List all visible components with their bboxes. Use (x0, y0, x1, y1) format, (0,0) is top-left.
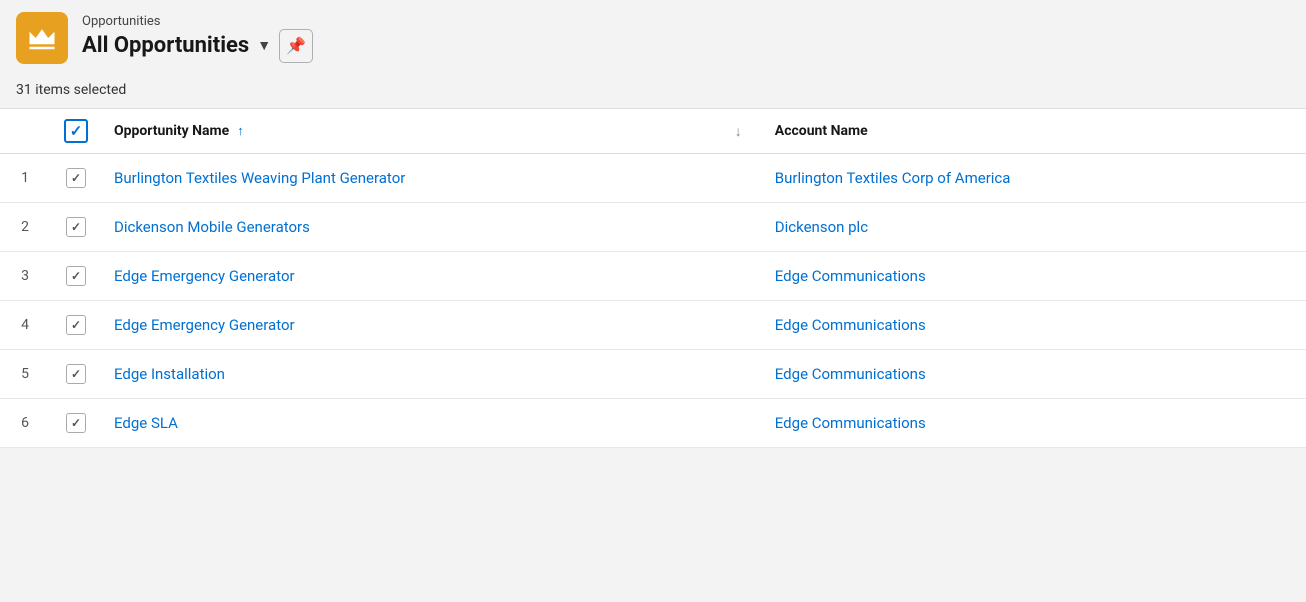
sort-spacer-cell (723, 154, 763, 203)
account-name-cell[interactable]: Edge Communications (763, 252, 1306, 301)
table-row: 5 ✓ Edge Installation Edge Communications (0, 350, 1306, 399)
opportunity-name-cell[interactable]: Burlington Textiles Weaving Plant Genera… (102, 154, 723, 203)
pin-button[interactable]: 📌 (279, 29, 313, 63)
header-subtitle: Opportunities (82, 14, 313, 29)
account-name-cell[interactable]: Burlington Textiles Corp of America (763, 154, 1306, 203)
header-text-block: Opportunities All Opportunities ▼ 📌 (82, 14, 313, 63)
row-checkbox-cell[interactable]: ✓ (50, 154, 102, 203)
app-icon (16, 12, 68, 64)
col-header-account-name: Account Name (763, 109, 1306, 154)
page-header: Opportunities All Opportunities ▼ 📌 (0, 0, 1306, 76)
sort-spacer-cell (723, 399, 763, 448)
row-check-mark: ✓ (71, 417, 81, 429)
opportunity-name-cell[interactable]: Edge Installation (102, 350, 723, 399)
opportunity-name-label: Opportunity Name (114, 123, 229, 139)
row-check-mark: ✓ (71, 270, 81, 282)
row-checkbox[interactable]: ✓ (66, 168, 86, 188)
opportunity-name-cell[interactable]: Edge SLA (102, 399, 723, 448)
opportunity-name-cell[interactable]: Edge Emergency Generator (102, 301, 723, 350)
crown-icon (27, 23, 57, 53)
row-check-mark: ✓ (71, 172, 81, 184)
table-row: 3 ✓ Edge Emergency Generator Edge Communica… (0, 252, 1306, 301)
col-header-opportunity-name[interactable]: Opportunity Name ↑ (102, 109, 723, 154)
table-container: ✓ Opportunity Name ↑ ↓ Account Name 1 ✓ Bu… (0, 108, 1306, 448)
row-checkbox-cell[interactable]: ✓ (50, 399, 102, 448)
row-checkbox[interactable]: ✓ (66, 413, 86, 433)
row-number: 1 (0, 154, 50, 203)
row-check-mark: ✓ (71, 221, 81, 233)
header-title-row: All Opportunities ▼ 📌 (82, 29, 313, 63)
col-header-sort-toggle[interactable]: ↓ (723, 109, 763, 154)
account-name-cell[interactable]: Edge Communications (763, 399, 1306, 448)
sort-down-arrow-icon[interactable]: ↓ (735, 124, 742, 140)
opportunities-table: ✓ Opportunity Name ↑ ↓ Account Name 1 ✓ Bu… (0, 109, 1306, 448)
items-selected-label: 31 items selected (0, 76, 1306, 108)
sort-spacer-cell (723, 301, 763, 350)
sort-spacer-cell (723, 350, 763, 399)
table-row: 4 ✓ Edge Emergency Generator Edge Communica… (0, 301, 1306, 350)
row-number: 5 (0, 350, 50, 399)
table-header-row: ✓ Opportunity Name ↑ ↓ Account Name (0, 109, 1306, 154)
row-checkbox[interactable]: ✓ (66, 266, 86, 286)
account-name-cell[interactable]: Edge Communications (763, 350, 1306, 399)
title-dropdown-arrow[interactable]: ▼ (257, 37, 271, 54)
row-checkbox[interactable]: ✓ (66, 217, 86, 237)
row-check-mark: ✓ (71, 319, 81, 331)
sort-up-icon[interactable]: ↑ (237, 123, 244, 139)
table-body: 1 ✓ Burlington Textiles Weaving Plant Gene… (0, 154, 1306, 448)
opportunity-name-cell[interactable]: Edge Emergency Generator (102, 252, 723, 301)
row-number: 4 (0, 301, 50, 350)
account-name-cell[interactable]: Dickenson plc (763, 203, 1306, 252)
opp-header-left: Opportunity Name ↑ (114, 123, 711, 139)
row-number: 3 (0, 252, 50, 301)
select-all-check-mark: ✓ (70, 124, 83, 139)
row-checkbox[interactable]: ✓ (66, 315, 86, 335)
table-row: 6 ✓ Edge SLA Edge Communications (0, 399, 1306, 448)
sort-spacer-cell (723, 203, 763, 252)
account-name-cell[interactable]: Edge Communications (763, 301, 1306, 350)
row-number: 2 (0, 203, 50, 252)
table-row: 1 ✓ Burlington Textiles Weaving Plant Gene… (0, 154, 1306, 203)
table-row: 2 ✓ Dickenson Mobile Generators Dickenson p… (0, 203, 1306, 252)
pin-icon: 📌 (286, 36, 306, 55)
row-number: 6 (0, 399, 50, 448)
opportunity-name-cell[interactable]: Dickenson Mobile Generators (102, 203, 723, 252)
select-all-checkbox[interactable]: ✓ (64, 119, 88, 143)
row-checkbox-cell[interactable]: ✓ (50, 203, 102, 252)
row-checkbox-cell[interactable]: ✓ (50, 301, 102, 350)
row-checkbox[interactable]: ✓ (66, 364, 86, 384)
col-header-checkbox[interactable]: ✓ (50, 109, 102, 154)
row-checkbox-cell[interactable]: ✓ (50, 350, 102, 399)
page-title: All Opportunities (82, 33, 249, 58)
sort-spacer-cell (723, 252, 763, 301)
col-header-num (0, 109, 50, 154)
row-checkbox-cell[interactable]: ✓ (50, 252, 102, 301)
row-check-mark: ✓ (71, 368, 81, 380)
